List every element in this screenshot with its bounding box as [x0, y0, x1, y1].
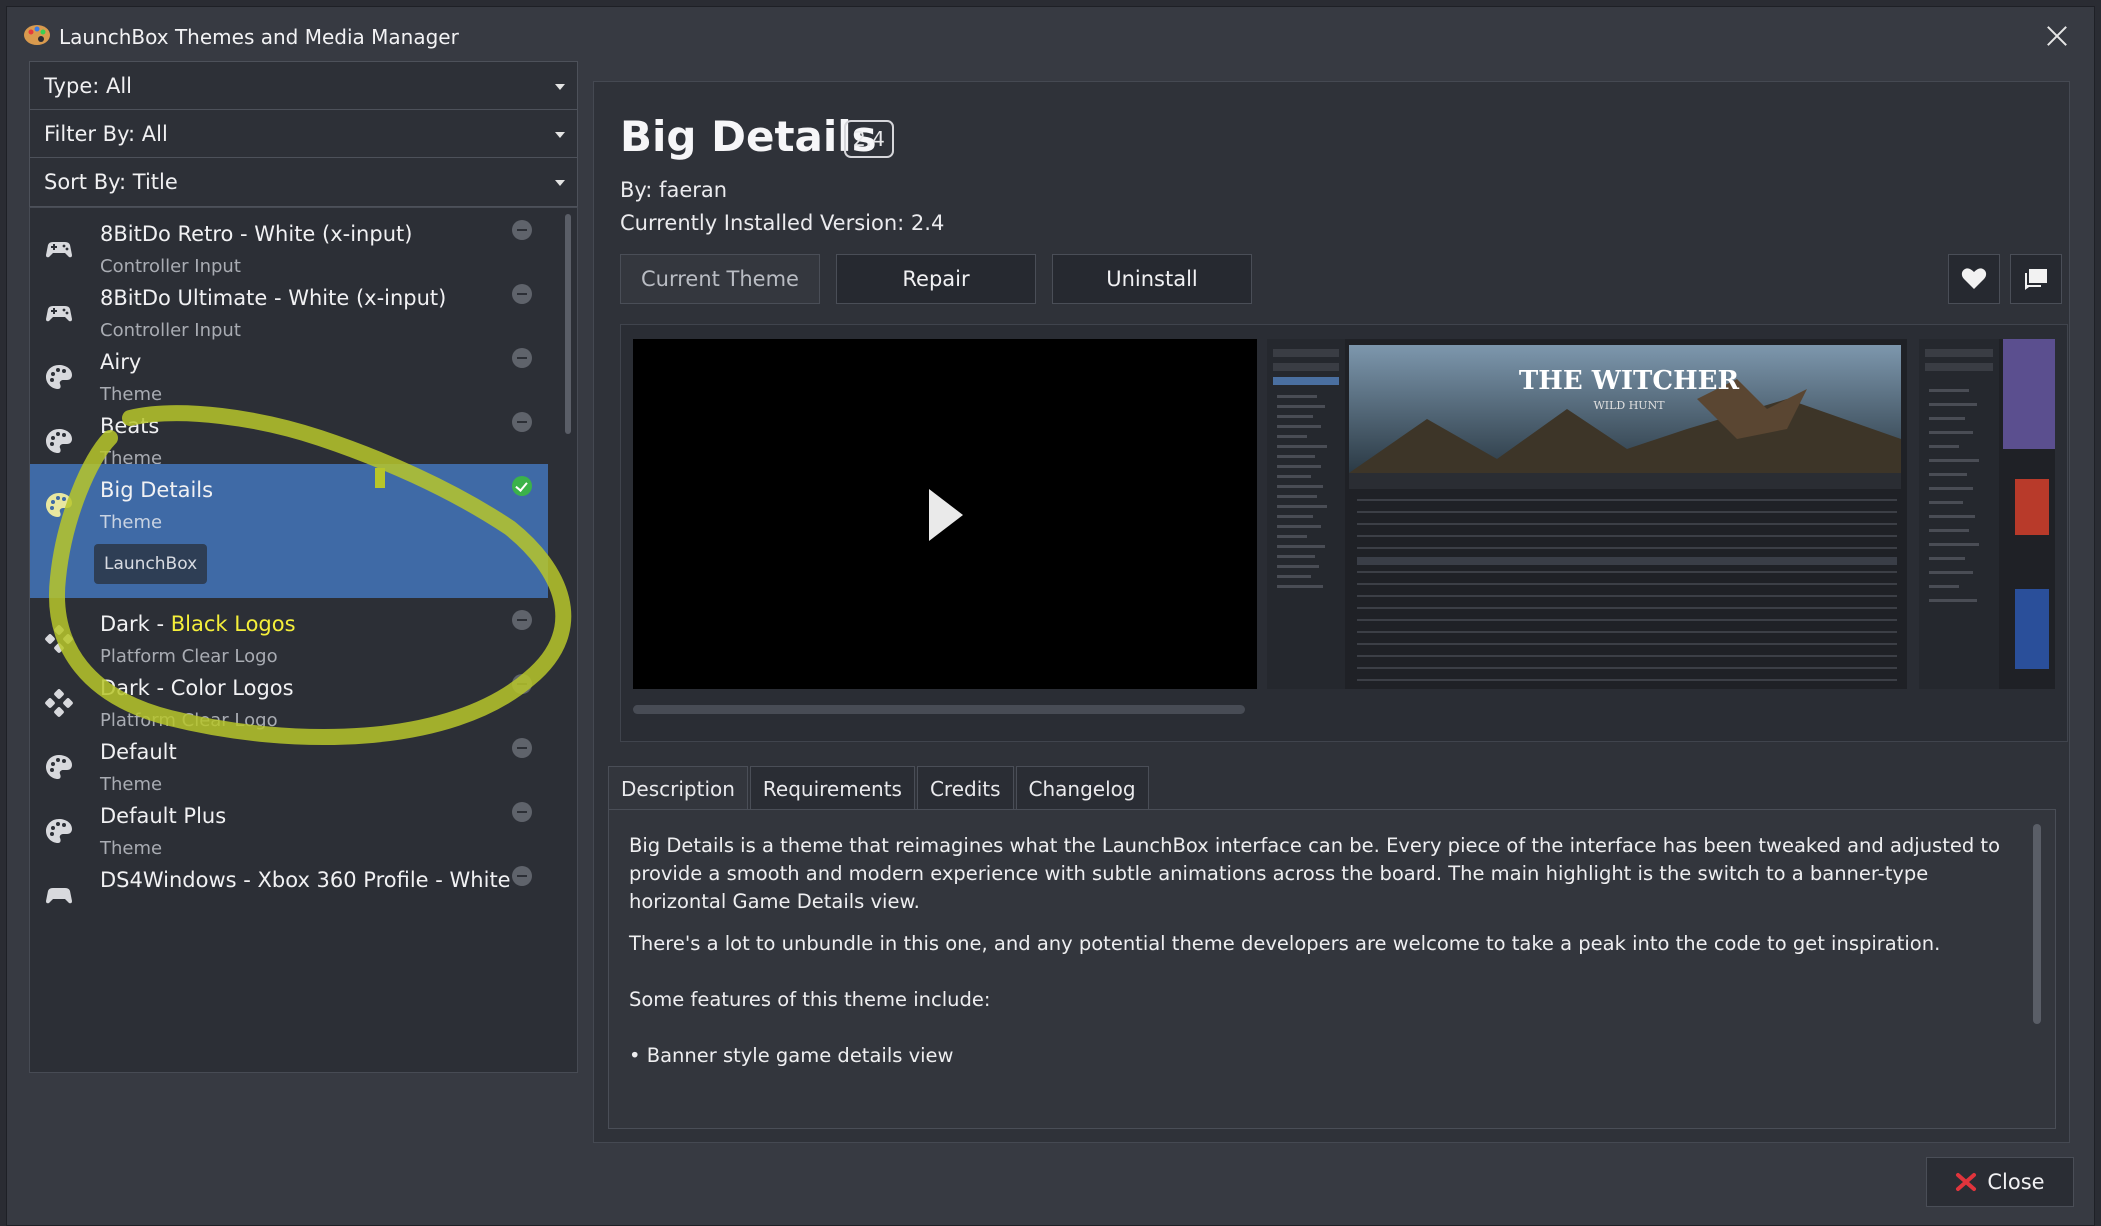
tab-changelog[interactable]: Changelog: [1015, 766, 1149, 810]
theme-list[interactable]: 8BitDo Retro - White (x-input) Controlle…: [29, 207, 578, 1073]
item-name-prefix: Dark -: [100, 612, 171, 636]
list-item[interactable]: DS4Windows - Xbox 360 Profile - White: [30, 854, 548, 940]
not-installed-icon: [512, 284, 532, 304]
title-bar: LaunchBox Themes and Media Manager: [7, 7, 2094, 65]
screenshot-thumbnail[interactable]: THE WITCHER WILD HUNT: [1267, 339, 1907, 689]
installed-check-icon: [512, 476, 532, 496]
item-name: 8BitDo Retro - White (x-input): [100, 222, 413, 246]
description-paragraph: There's a lot to unbundle in this one, a…: [629, 932, 1941, 955]
media-gallery[interactable]: THE WITCHER WILD HUNT: [620, 324, 2068, 742]
list-item-selected[interactable]: Big Details Theme LaunchBox: [30, 464, 548, 598]
not-installed-icon: [512, 802, 532, 822]
screenshot-preview: [1919, 339, 2055, 689]
gamepad-icon: [46, 242, 72, 258]
description-paragraph: Some features of this theme include:: [629, 988, 991, 1011]
chevron-down-icon: [555, 84, 565, 90]
not-installed-icon: [512, 738, 532, 758]
palette-icon: [46, 493, 72, 517]
window-close-icon[interactable]: [2040, 19, 2074, 53]
sort-dropdown-label: Sort By: Title: [44, 170, 178, 194]
item-name: Airy: [100, 350, 142, 374]
not-installed-icon: [512, 610, 532, 630]
description-paragraph: • Banner style game details view: [629, 1044, 954, 1067]
dpad-icon: [45, 689, 73, 717]
dpad-icon: [45, 625, 73, 653]
not-installed-icon: [512, 220, 532, 240]
item-name: DS4Windows - Xbox 360 Profile - White: [100, 868, 511, 892]
detail-tabs: Description Requirements Credits Changel…: [608, 766, 1151, 810]
item-type: Theme: [100, 512, 163, 533]
not-installed-icon: [512, 348, 532, 368]
author-text: By: faeran: [620, 178, 728, 202]
tab-description[interactable]: Description: [608, 766, 748, 810]
tab-requirements[interactable]: Requirements: [749, 766, 915, 810]
item-name: Beats: [100, 414, 160, 438]
close-icon: [1956, 1173, 1977, 1191]
chevron-down-icon: [555, 132, 565, 138]
uninstall-button[interactable]: Uninstall: [1052, 254, 1252, 304]
item-name: Default: [100, 740, 177, 764]
heart-icon: [1961, 268, 1987, 289]
not-installed-icon: [512, 412, 532, 432]
item-name: Big Details: [100, 478, 214, 502]
favorite-button[interactable]: [1948, 254, 2000, 304]
chevron-down-icon: [555, 180, 565, 186]
not-installed-icon: [512, 866, 532, 886]
version-badge: 2.4: [844, 120, 894, 158]
theme-detail-panel: Big Details 2.4 By: faeran Currently Ins…: [593, 81, 2070, 1143]
list-scrollbar[interactable]: [565, 214, 571, 434]
themes-manager-window: LaunchBox Themes and Media Manager Type:…: [6, 6, 2095, 1226]
palette-icon: [46, 365, 72, 389]
not-installed-icon: [512, 674, 532, 694]
platform-tag: LaunchBox: [94, 544, 208, 584]
theme-title: Big Details: [620, 112, 877, 161]
type-dropdown[interactable]: Type: All: [29, 61, 578, 111]
type-dropdown-label: Type: All: [44, 74, 133, 98]
gamepad-icon: [46, 888, 72, 904]
window-title: LaunchBox Themes and Media Manager: [59, 25, 459, 49]
tab-credits[interactable]: Credits: [916, 766, 1014, 810]
repair-button[interactable]: Repair: [836, 254, 1036, 304]
palette-icon: [46, 755, 72, 779]
palette-icon: [46, 429, 72, 453]
item-name: Dark - Black Logos: [100, 612, 296, 636]
description-paragraph: Big Details is a theme that reimagines w…: [629, 834, 2001, 913]
sort-by-dropdown[interactable]: Sort By: Title: [29, 157, 578, 207]
description-scrollbar[interactable]: [2033, 824, 2041, 1024]
comment-icon: [2025, 269, 2047, 290]
item-name: Default Plus: [100, 804, 227, 828]
svg-text:WILD HUNT: WILD HUNT: [1593, 399, 1665, 412]
item-name: Dark - Color Logos: [100, 676, 294, 700]
video-player[interactable]: [633, 339, 1257, 689]
item-name-highlight: Black Logos: [170, 612, 296, 636]
palette-app-icon: [24, 25, 50, 45]
description-panel[interactable]: Big Details is a theme that reimagines w…: [608, 809, 2056, 1129]
svg-text:THE WITCHER: THE WITCHER: [1519, 366, 1740, 396]
screenshot-thumbnail[interactable]: [1919, 339, 2055, 689]
gamepad-icon: [46, 306, 72, 322]
installed-version-text: Currently Installed Version: 2.4: [620, 211, 945, 235]
filter-by-dropdown[interactable]: Filter By: All: [29, 109, 578, 159]
current-theme-button[interactable]: Current Theme: [620, 254, 820, 304]
play-icon[interactable]: [929, 489, 963, 541]
comments-button[interactable]: [2010, 254, 2062, 304]
filter-dropdown-label: Filter By: All: [44, 122, 168, 146]
close-button[interactable]: Close: [1926, 1157, 2074, 1207]
media-scrollbar[interactable]: [633, 705, 1245, 714]
screenshot-preview: THE WITCHER WILD HUNT: [1267, 339, 1907, 689]
item-name: 8BitDo Ultimate - White (x-input): [100, 286, 447, 310]
close-button-label: Close: [1987, 1170, 2045, 1194]
palette-icon: [46, 819, 72, 843]
